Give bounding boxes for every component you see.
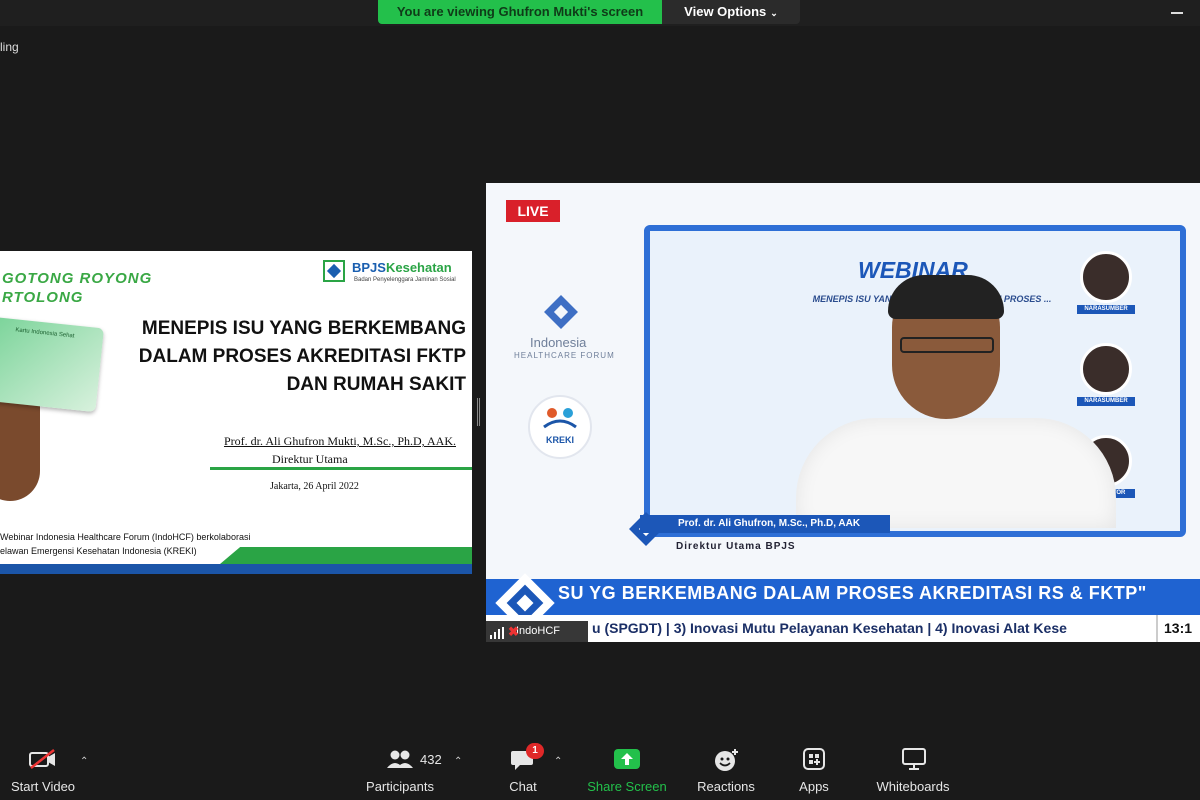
slide-speaker-role: Direktur Utama [272, 452, 348, 466]
apps-icon [803, 748, 825, 770]
participants-icon [387, 750, 413, 768]
minimize-icon[interactable] [1168, 5, 1188, 19]
chevron-down-icon: ⌄ [770, 8, 778, 18]
view-options-button[interactable]: View Options ⌄ [662, 0, 800, 24]
mic-muted-icon: ✖ [508, 624, 519, 639]
shared-screen-slide: GOTONG ROYONG RTOLONG Kartu Indonesia Se… [0, 251, 472, 574]
org-sub: HEALTHCARE FORUM [514, 351, 615, 360]
chat-options-caret-icon[interactable]: ⌃ [554, 756, 562, 767]
headline-banner: SU YG BERKEMBANG DALAM PROSES AKREDITASI… [486, 579, 1200, 615]
share-screen-icon [614, 749, 640, 769]
video-options-caret-icon[interactable]: ⌃ [80, 756, 88, 767]
view-options-label: View Options [684, 4, 767, 19]
bpjs-brand-sub: Badan Penyelenggara Jaminan Sosial [354, 277, 456, 283]
viewing-screen-banner: You are viewing Ghufron Mukti's screen [378, 0, 662, 24]
ihf-logo-icon [544, 295, 578, 329]
ticker-clock: 13:1 [1156, 615, 1200, 642]
reactions-icon [715, 749, 738, 771]
participants-options-caret-icon[interactable]: ⌃ [454, 756, 462, 767]
org-name: Indonesia [530, 335, 587, 350]
divider [210, 467, 472, 470]
participants-button[interactable]: Participants [360, 738, 440, 800]
bpjs-brand-name: BPJSKesehatan [352, 260, 452, 275]
reactions-button[interactable]: Reactions [690, 738, 762, 800]
presenter-role: Direktur Utama BPJS [676, 541, 796, 552]
window-label-fragment: ling [0, 40, 19, 54]
slide-speaker: Prof. dr. Ali Ghufron Mukti, M.Sc., Ph.D… [223, 434, 456, 448]
signal-strength-icon [490, 627, 506, 639]
slide-date: Jakarta, 26 April 2022 [270, 481, 359, 492]
meeting-toolbar: Start Video ⌃ Participants 432 ⌃ Chat 1 … [0, 738, 1200, 800]
news-ticker: u (SPGDT) | 3) Inovasi Mutu Pelayanan Ke… [486, 615, 1200, 642]
zoom-meeting-window: You are viewing Ghufron Mukti's screen V… [0, 0, 1200, 800]
video-off-icon [29, 749, 55, 769]
participants-count: 432 [420, 752, 442, 767]
slide-tagline: GOTONG ROYONG RTOLONG [2, 270, 153, 306]
participant-video[interactable]: LIVE Indonesia HEALTHCARE FORUM KREKI WE… [486, 183, 1200, 642]
top-bar: You are viewing Ghufron Mukti's screen V… [0, 0, 1200, 26]
whiteboards-button[interactable]: Whiteboards [868, 738, 958, 800]
presenter-name-bar: Prof. dr. Ali Ghufron, M.Sc., Ph.D, AAK [640, 515, 890, 533]
whiteboard-icon [902, 748, 926, 770]
share-screen-button[interactable]: Share Screen [584, 738, 670, 800]
start-video-button[interactable]: Start Video [0, 738, 86, 800]
chat-unread-badge: 1 [526, 743, 544, 759]
slide-title: MENEPIS ISU YANG BERKEMBANG DALAM PROSES… [138, 318, 466, 395]
kreki-emblem-icon [543, 408, 577, 429]
split-view-handle[interactable] [477, 398, 480, 426]
live-badge: LIVE [506, 200, 560, 222]
slide-band-green [220, 547, 472, 564]
apps-button[interactable]: Apps [790, 738, 838, 800]
health-card-image: Kartu Indonesia Sehat [0, 313, 105, 413]
kreki-logo: KREKI [528, 395, 592, 459]
presenter-image [786, 273, 1116, 528]
slide-band-blue [0, 564, 472, 574]
bpjs-logo-icon [323, 260, 345, 282]
